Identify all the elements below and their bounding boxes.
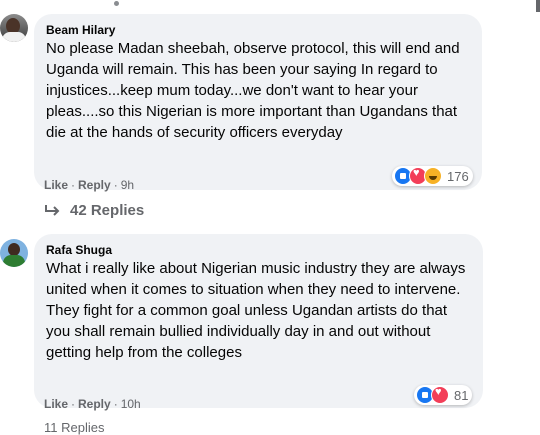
like-button[interactable]: Like — [44, 178, 68, 192]
reaction-summary[interactable]: 81 — [414, 385, 473, 405]
view-replies-button[interactable]: 11 Replies — [44, 420, 104, 435]
comment-bubble: Beam Hilary No please Madan sheebah, obs… — [34, 14, 482, 190]
reaction-summary[interactable]: 176 — [392, 166, 473, 186]
like-button[interactable]: Like — [44, 397, 68, 411]
avatar-shirt — [3, 255, 25, 267]
scrollbar[interactable] — [536, 0, 540, 12]
view-replies-button[interactable]: 42 Replies — [44, 202, 144, 219]
comment-time[interactable]: 10h — [121, 397, 141, 411]
love-icon — [431, 386, 449, 404]
reply-button[interactable]: Reply — [78, 178, 111, 192]
comment-text: No please Madan sheebah, observe protoco… — [46, 40, 460, 141]
comment-author[interactable]: Beam Hilary — [46, 22, 470, 38]
comment-bubble: Rafa Shuga What i really like about Nige… — [34, 234, 483, 408]
reaction-count: 81 — [454, 387, 469, 403]
replies-count: 11 Replies — [44, 420, 105, 435]
comment-actions: Like · Reply · 9h — [44, 178, 135, 192]
replies-count: 42 Replies — [70, 202, 145, 219]
previous-comment-remnant — [34, 0, 119, 6]
avatar[interactable] — [0, 14, 28, 42]
avatar-shirt — [2, 32, 26, 42]
reply-arrow-icon — [44, 204, 62, 218]
comment-text: What i really like about Nigerian music … — [46, 260, 466, 361]
haha-icon — [424, 167, 442, 185]
reply-button[interactable]: Reply — [78, 397, 111, 411]
comment-time[interactable]: 9h — [121, 178, 134, 192]
reaction-count: 176 — [447, 168, 469, 184]
comment-author[interactable]: Rafa Shuga — [46, 242, 471, 258]
comment-actions: Like · Reply · 10h — [44, 397, 141, 411]
avatar[interactable] — [0, 239, 28, 267]
separator-dot — [114, 1, 119, 6]
